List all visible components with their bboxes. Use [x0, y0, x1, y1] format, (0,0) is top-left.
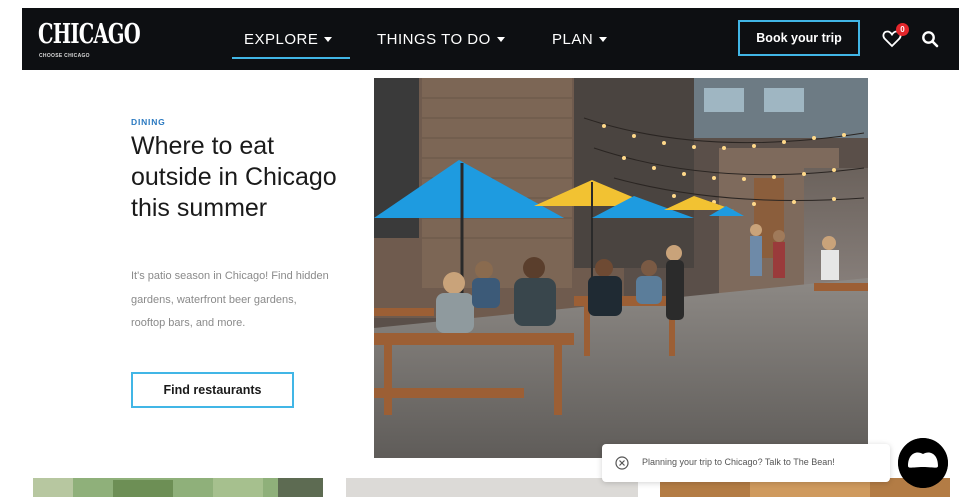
hero-image: [374, 78, 868, 458]
nav-plan[interactable]: PLAN: [552, 8, 608, 70]
chat-prompt-text: Planning your trip to Chicago? Talk to T…: [642, 457, 835, 467]
article-title: Where to eat outside in Chicago this sum…: [131, 132, 337, 222]
nav-explore-label: EXPLORE: [244, 30, 319, 48]
nav-active-underline: [232, 57, 350, 59]
chat-prompt[interactable]: Planning your trip to Chicago? Talk to T…: [602, 444, 890, 482]
card-image-2[interactable]: [346, 478, 638, 497]
favorites-count-badge: 0: [896, 23, 909, 36]
top-strip: [0, 0, 959, 8]
bean-chat-icon[interactable]: [898, 438, 948, 488]
logo-wordmark: CHICAGO: [38, 19, 141, 50]
find-restaurants-button[interactable]: Find restaurants: [131, 372, 294, 408]
article-category[interactable]: DINING: [131, 117, 166, 127]
close-icon[interactable]: [615, 456, 629, 470]
chicago-logo[interactable]: CHICAGO CHOOSE CHICAGO: [38, 16, 141, 64]
nav-plan-label: PLAN: [552, 30, 594, 48]
book-your-trip-button[interactable]: Book your trip: [738, 20, 860, 56]
search-icon[interactable]: [921, 30, 939, 48]
site-header: CHICAGO CHOOSE CHICAGO EXPLORE THINGS TO…: [22, 8, 959, 70]
article-description: It's patio season in Chicago! Find hidde…: [131, 270, 329, 329]
caret-down-icon: [496, 37, 505, 42]
nav-things-label: THINGS TO DO: [377, 30, 491, 48]
card-image-1[interactable]: [33, 478, 323, 497]
logo-tagline: CHOOSE CHICAGO: [39, 53, 90, 59]
nav-things-to-do[interactable]: THINGS TO DO: [377, 8, 505, 70]
caret-down-icon: [324, 37, 333, 42]
nav-explore[interactable]: EXPLORE: [244, 8, 333, 70]
caret-down-icon: [599, 37, 608, 42]
